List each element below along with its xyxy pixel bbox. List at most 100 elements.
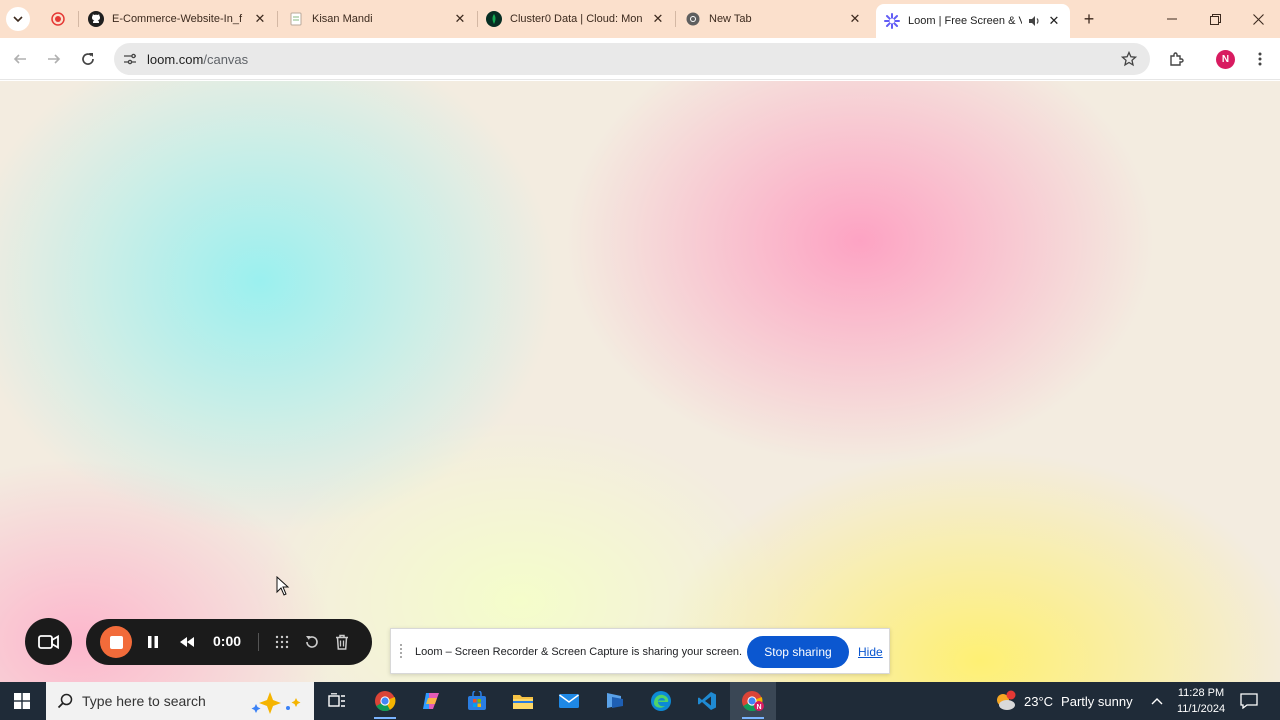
- forward-button[interactable]: [42, 47, 66, 71]
- reload-button[interactable]: [76, 47, 100, 71]
- arrow-left-icon: [13, 54, 26, 64]
- browser-menu-button[interactable]: [1248, 47, 1272, 71]
- clock-date: 11/1/2024: [1176, 703, 1226, 715]
- address-bar[interactable]: loom.com/canvas: [114, 43, 1150, 75]
- start-button[interactable]: [0, 682, 44, 720]
- close-icon[interactable]: ✕: [452, 11, 468, 27]
- tab-strip: E-Commerce-Website-In_f ✕ Kisan Mandi ✕ …: [0, 0, 1280, 38]
- stop-sharing-button[interactable]: Stop sharing: [747, 636, 849, 668]
- trash-icon: [336, 634, 348, 650]
- vscode-icon: [698, 692, 716, 710]
- extensions-button[interactable]: [1164, 47, 1188, 71]
- chrome-icon: [685, 11, 701, 27]
- notifications-button[interactable]: [1240, 682, 1258, 720]
- weather-widget[interactable]: 23°C Partly sunny: [993, 682, 1133, 720]
- bookmark-star-icon[interactable]: [1120, 50, 1138, 68]
- search-icon: [56, 692, 74, 710]
- notification-icon: [1240, 693, 1258, 709]
- github-icon: [88, 11, 104, 27]
- loom-recording-controls: 0:00: [86, 619, 372, 665]
- tab-new-tab[interactable]: New Tab ✕: [677, 4, 871, 34]
- close-icon: [1252, 13, 1264, 25]
- copilot-taskbar-button[interactable]: [408, 682, 454, 720]
- tab-label: New Tab: [709, 13, 752, 25]
- reload-icon: [82, 53, 94, 65]
- site-settings-icon[interactable]: [122, 51, 138, 67]
- taskbar-clock[interactable]: 11:28 PM 11/1/2024: [1168, 685, 1234, 717]
- svg-text:N: N: [756, 704, 761, 711]
- tab-label: Cluster0 Data | Cloud: Mon: [510, 13, 643, 25]
- restore-icon: [1209, 13, 1221, 25]
- page-icon: [288, 11, 304, 27]
- hide-link[interactable]: Hide: [858, 645, 883, 659]
- tab-github[interactable]: E-Commerce-Website-In_f ✕: [80, 4, 276, 34]
- tab-search-button[interactable]: [6, 7, 30, 31]
- windows-taskbar: Type here to search N 23°C Partly sunny …: [0, 682, 1280, 720]
- divider: [258, 633, 259, 651]
- stop-recording-button[interactable]: [100, 626, 132, 658]
- recording-dot-icon: [50, 11, 66, 27]
- grid-dots-icon: [275, 635, 289, 649]
- chevron-up-icon: [1151, 698, 1163, 705]
- edge-taskbar-button[interactable]: [638, 682, 684, 720]
- tab-label: Loom | Free Screen & V: [908, 15, 1022, 27]
- restore-button[interactable]: [1194, 0, 1236, 38]
- drawing-tools-button[interactable]: [270, 630, 294, 654]
- tab-kisan-mandi[interactable]: Kisan Mandi ✕: [280, 4, 476, 34]
- url-text: loom.com/canvas: [147, 52, 248, 67]
- weather-temperature: 23°C: [1024, 693, 1054, 709]
- loom-canvas: 0:00 Loom – Screen Recorder & Screen Cap…: [0, 81, 1280, 682]
- profile-avatar[interactable]: N: [1216, 50, 1235, 69]
- remote-desktop-taskbar-button[interactable]: [592, 682, 638, 720]
- camera-toggle-button[interactable]: [25, 618, 72, 665]
- mail-taskbar-button[interactable]: [546, 682, 592, 720]
- copilot-icon: [423, 693, 439, 709]
- file-explorer-taskbar-button[interactable]: [500, 682, 546, 720]
- tab-recording[interactable]: [42, 4, 78, 34]
- folder-icon: [513, 695, 533, 709]
- url-path: /canvas: [203, 52, 249, 67]
- sparkle-icon: [251, 692, 301, 714]
- store-taskbar-button[interactable]: [454, 682, 500, 720]
- chrome-taskbar-button[interactable]: [362, 682, 408, 720]
- sharing-message: Loom – Screen Recorder & Screen Capture …: [415, 646, 743, 658]
- close-icon[interactable]: ✕: [1046, 13, 1062, 29]
- pause-button[interactable]: [141, 630, 165, 654]
- delete-recording-button[interactable]: [330, 630, 354, 654]
- partly-sunny-icon: [997, 690, 1016, 710]
- back-button[interactable]: [8, 47, 32, 71]
- task-view-icon: [328, 693, 345, 707]
- tab-separator: [277, 11, 278, 27]
- vscode-taskbar-button[interactable]: [684, 682, 730, 720]
- speaker-icon[interactable]: [1026, 13, 1042, 29]
- taskbar-search-box[interactable]: Type here to search: [46, 682, 314, 720]
- terminal-server-icon: [607, 693, 623, 708]
- tab-mongodb[interactable]: Cluster0 Data | Cloud: Mon ✕: [478, 4, 674, 34]
- rewind-button[interactable]: [175, 630, 199, 654]
- minimize-icon: [1167, 18, 1177, 20]
- mongodb-leaf-icon: [486, 11, 502, 27]
- video-camera-icon: [37, 634, 59, 649]
- new-tab-button[interactable]: +: [1077, 7, 1101, 31]
- tab-loom[interactable]: Loom | Free Screen & V ✕: [876, 4, 1070, 38]
- minimize-button[interactable]: [1151, 0, 1193, 38]
- tab-separator: [78, 11, 79, 27]
- puzzle-icon: [1170, 52, 1184, 66]
- window-close-button[interactable]: [1237, 0, 1279, 38]
- restart-button[interactable]: [300, 630, 324, 654]
- drag-handle[interactable]: [400, 644, 405, 658]
- arrow-right-icon: [48, 54, 61, 64]
- chrome-profile-taskbar-button[interactable]: N: [730, 682, 776, 720]
- edge-icon: [651, 691, 671, 711]
- show-hidden-icons-button[interactable]: [1150, 682, 1164, 720]
- tab-label: Kisan Mandi: [312, 13, 373, 25]
- close-icon[interactable]: ✕: [252, 11, 268, 27]
- search-placeholder: Type here to search: [82, 693, 206, 709]
- stop-square-icon: [109, 635, 123, 649]
- task-view-button[interactable]: [314, 682, 360, 720]
- close-icon[interactable]: ✕: [847, 11, 863, 27]
- mouse-pointer-icon: [276, 576, 290, 596]
- close-icon[interactable]: ✕: [650, 11, 666, 27]
- weather-condition: Partly sunny: [1061, 693, 1133, 709]
- chrome-icon: [375, 691, 396, 712]
